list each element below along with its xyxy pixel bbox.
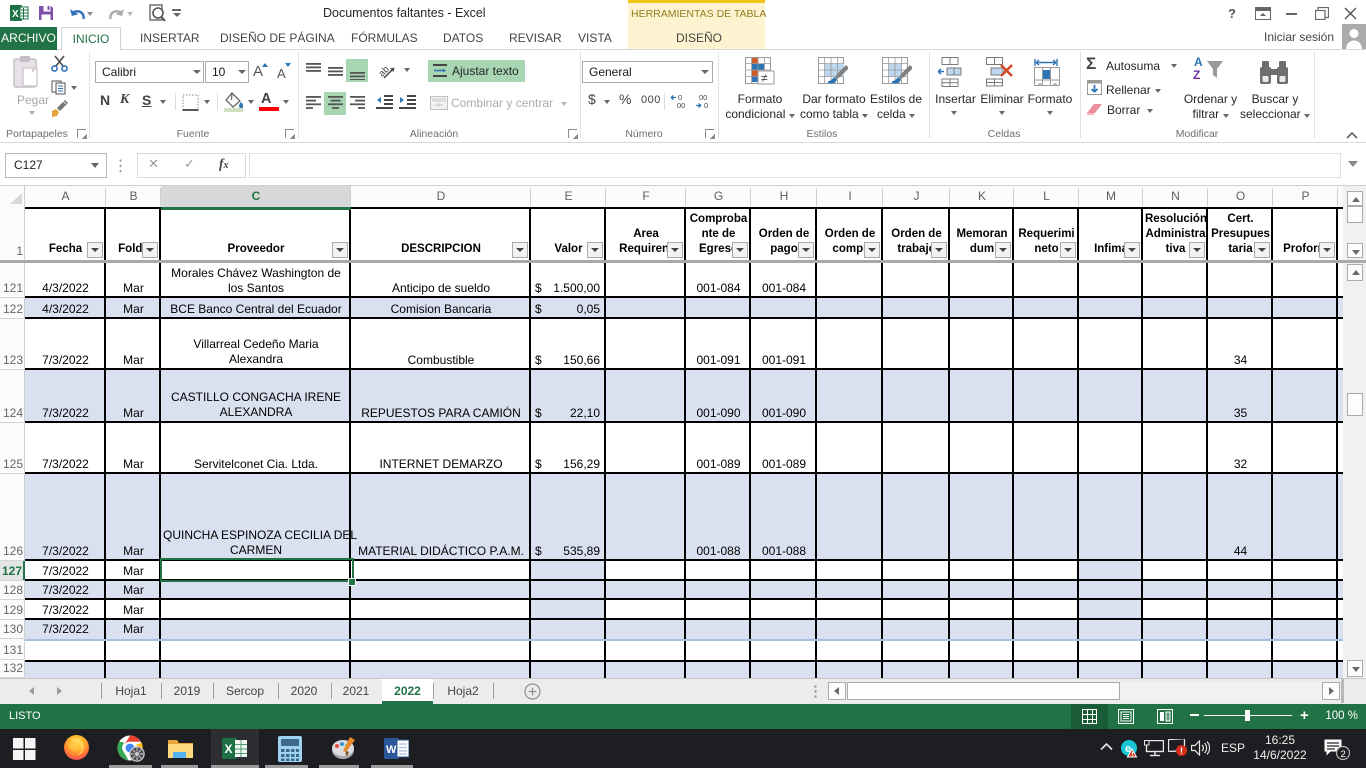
svg-text:X: X [225, 742, 233, 756]
svg-text:00: 00 [677, 101, 685, 109]
svg-text:W: W [386, 744, 397, 756]
svg-text:!: ! [1131, 752, 1133, 759]
svg-text:X: X [12, 9, 19, 20]
svg-text:!: ! [1180, 746, 1183, 756]
svg-text:≠: ≠ [761, 71, 768, 85]
svg-text:0: 0 [704, 101, 708, 109]
svg-text:2: 2 [1341, 749, 1346, 760]
